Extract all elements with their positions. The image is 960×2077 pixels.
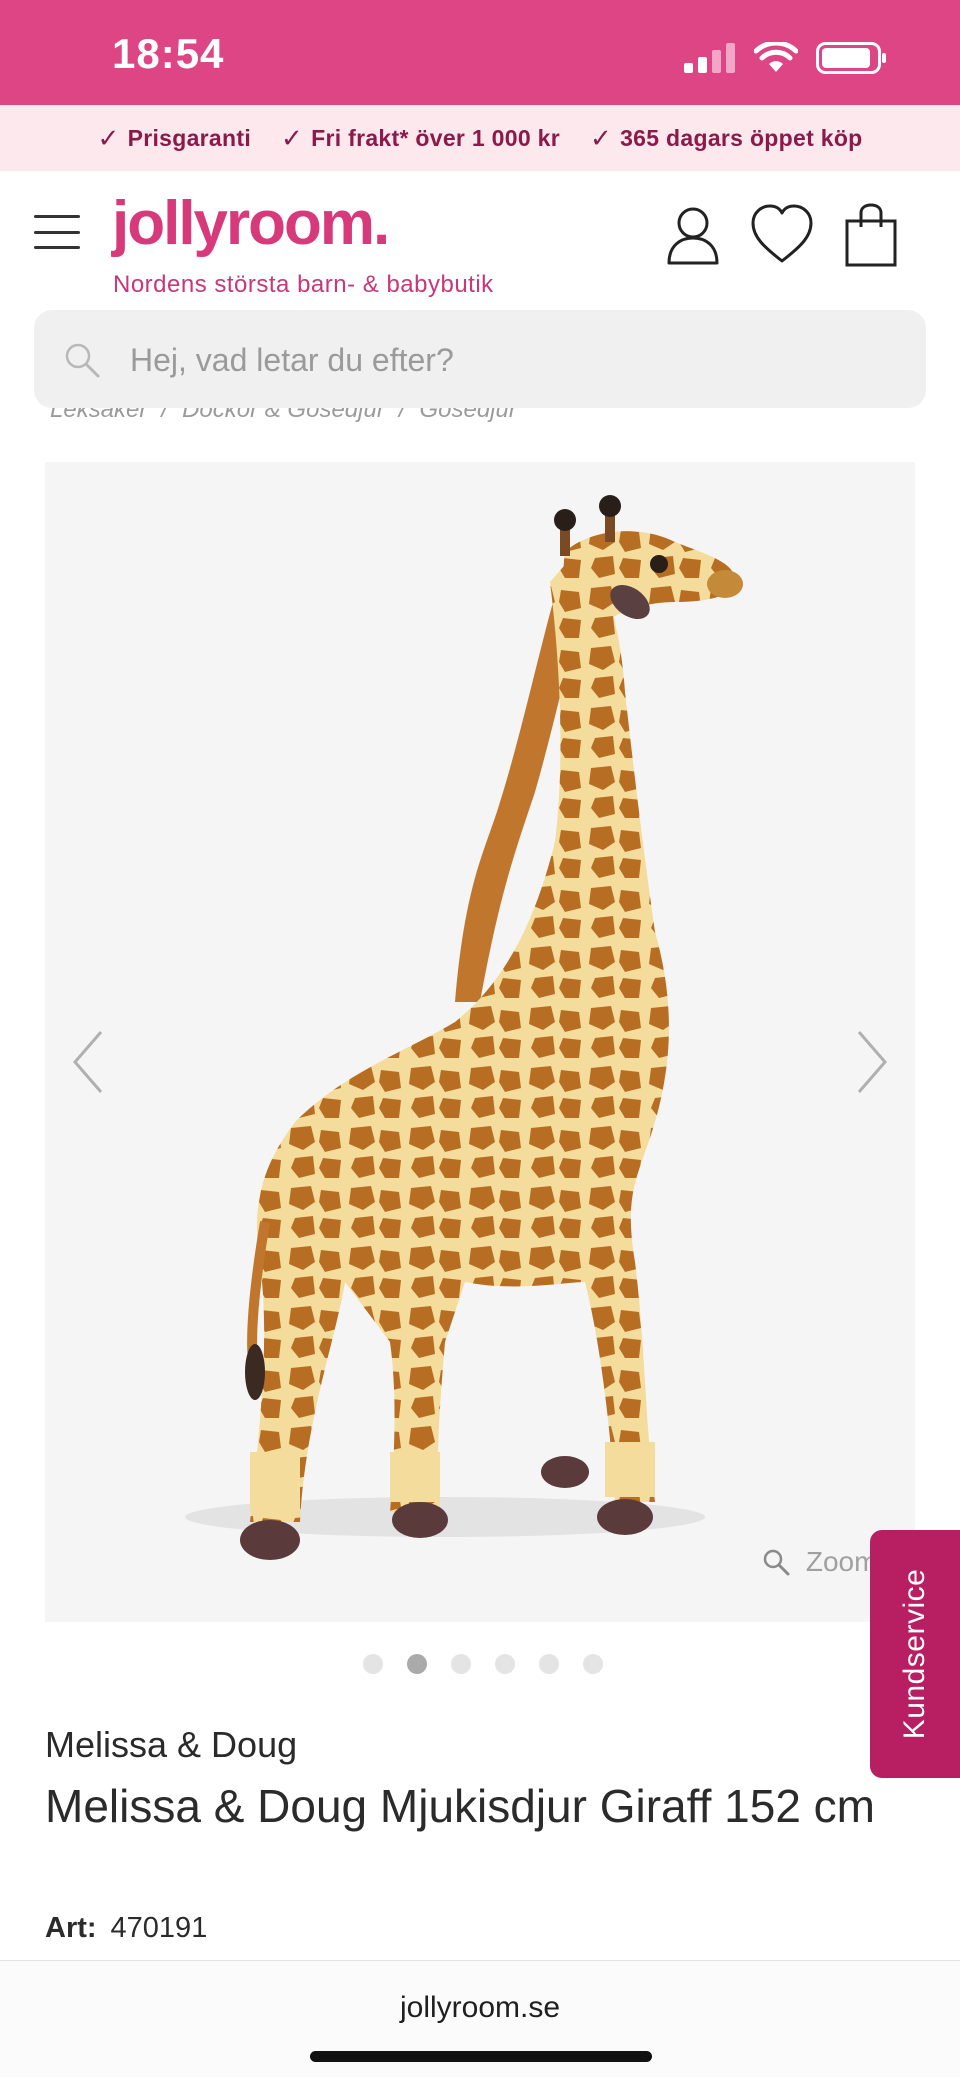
site-header: jollyroom. Nordens största barn- & babyb… (0, 171, 960, 301)
carousel-dot-active[interactable] (407, 1654, 427, 1674)
carousel-dot[interactable] (495, 1654, 515, 1674)
url-label[interactable]: jollyroom.se (0, 1991, 960, 2025)
check-icon: ✓ (97, 122, 120, 153)
account-icon[interactable] (664, 203, 722, 267)
magnifier-icon (763, 1549, 790, 1576)
breadcrumb-item[interactable]: Dockor & Gosedjur (182, 408, 385, 424)
article-label: Art: (45, 1912, 97, 1944)
article-value: 470191 (110, 1912, 208, 1944)
chevron-left-icon[interactable] (63, 1022, 113, 1102)
carousel-dot[interactable] (363, 1654, 383, 1674)
heart-icon[interactable] (750, 203, 814, 267)
breadcrumb-item[interactable]: Leksaker (50, 408, 147, 424)
usp-item: ✓ 365 dagars öppet köp (590, 123, 863, 154)
hamburger-menu-icon[interactable] (34, 215, 80, 249)
carousel-dot[interactable] (583, 1654, 603, 1674)
check-icon: ✓ (589, 122, 613, 153)
status-bar: 18:54 (0, 0, 960, 105)
status-icons (684, 38, 888, 78)
product-brand[interactable]: Melissa & Doug (45, 1724, 297, 1766)
giraffe-plush-image (185, 495, 743, 1560)
breadcrumb: Leksaker / Dockor & Gosedjur / Gosedjur (50, 408, 517, 434)
cart-bag-icon[interactable] (844, 203, 898, 267)
check-icon: ✓ (281, 122, 304, 153)
usp-label: Fri frakt* över 1 000 kr (311, 124, 560, 151)
breadcrumb-separator: / (161, 408, 169, 423)
search-input[interactable]: Hej, vad letar du efter? (34, 310, 926, 408)
search-icon (65, 343, 100, 378)
usp-item: ✓ Fri frakt* över 1 000 kr (281, 123, 560, 154)
search-placeholder: Hej, vad letar du efter? (130, 342, 454, 378)
chevron-right-icon[interactable] (847, 1022, 897, 1102)
status-time: 18:54 (112, 30, 225, 77)
carousel-dot[interactable] (451, 1654, 471, 1674)
carousel-dots (0, 1654, 960, 1674)
usp-item: ✓ Prisgaranti (97, 123, 251, 154)
breadcrumb-separator: / (398, 408, 406, 423)
browser-address-bar: jollyroom.se (0, 1960, 960, 2077)
carousel-dot[interactable] (539, 1654, 559, 1674)
usp-label: 365 dagars öppet köp (620, 124, 863, 151)
product-title: Melissa & Doug Mjukisdjur Giraff 152 cm (45, 1780, 875, 1832)
article-number: Art: 470191 (45, 1912, 207, 1945)
battery-icon (816, 42, 886, 74)
product-image-gallery[interactable]: Zooma (45, 462, 915, 1622)
logo[interactable]: jollyroom. (112, 193, 390, 255)
usp-label: Prisgaranti (127, 124, 252, 151)
tagline: Nordens största barn- & babybutik (113, 271, 494, 298)
signal-icon (684, 43, 735, 73)
breadcrumb-item[interactable]: Gosedjur (419, 408, 516, 424)
usp-bar: ✓ Prisgaranti ✓ Fri frakt* över 1 000 kr… (0, 105, 960, 171)
home-indicator (310, 2051, 652, 2062)
wifi-icon (754, 42, 798, 72)
